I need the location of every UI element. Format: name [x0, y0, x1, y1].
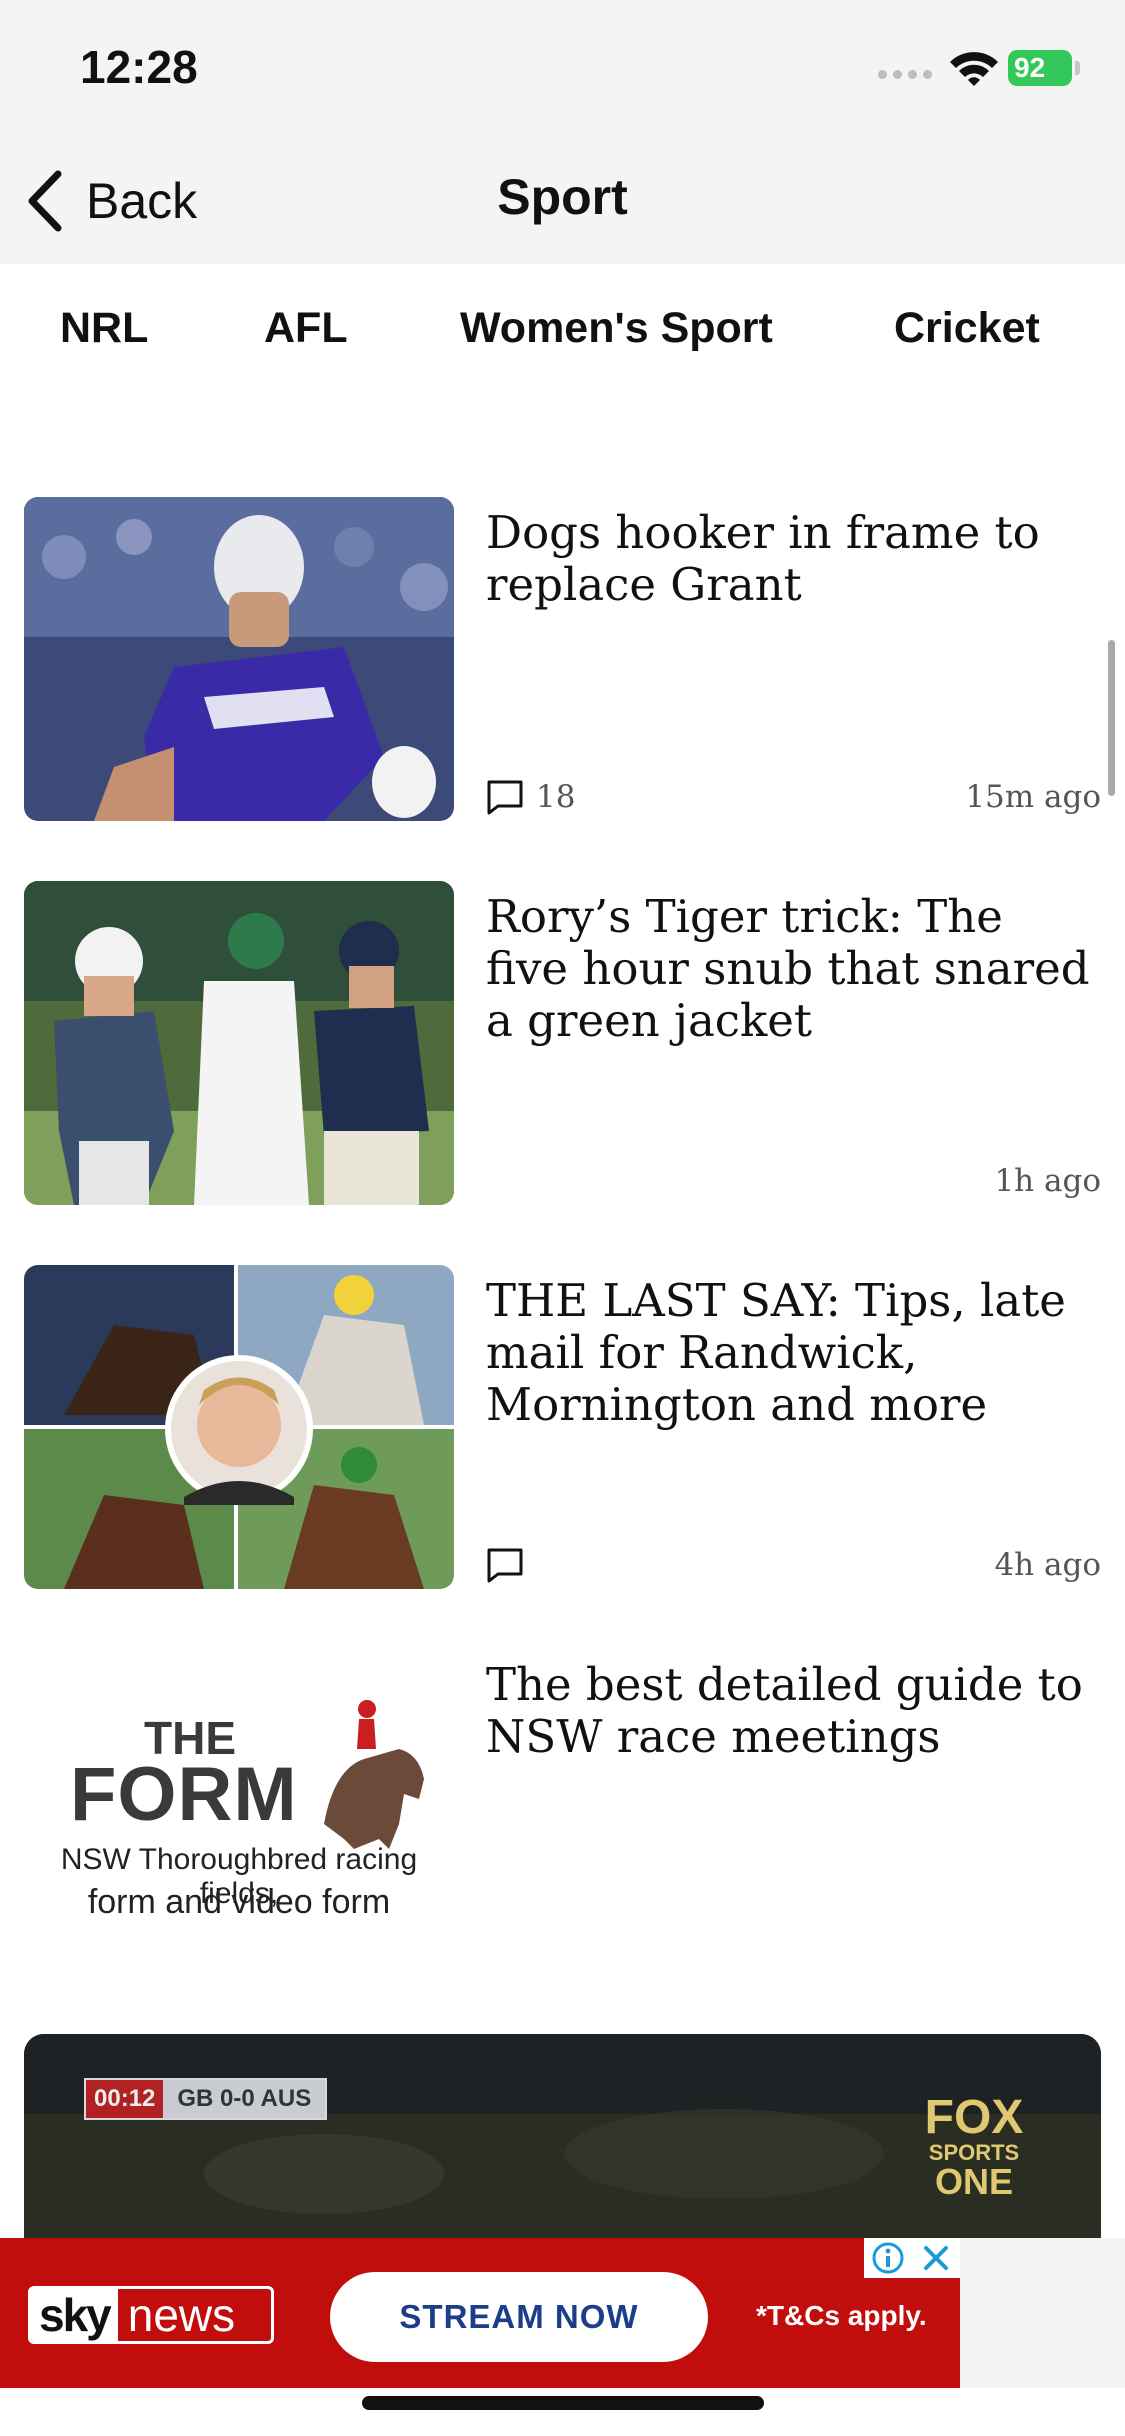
article-headline: Dogs hooker in frame to replace Grant	[486, 506, 1040, 611]
form-title-line2: FORM	[70, 1752, 298, 1837]
cellular-signal-icon	[878, 70, 932, 79]
sky-news-logo: sky news	[28, 2286, 274, 2344]
battery-icon: 92	[1008, 50, 1072, 86]
stream-now-button[interactable]: STREAM NOW	[330, 2272, 708, 2362]
article-thumbnail	[24, 1265, 454, 1589]
ad-background	[960, 2238, 1125, 2388]
article-card[interactable]: THE FORM NSW Thoroughbred racing fields,…	[24, 1649, 1101, 1973]
comment-count: 18	[536, 779, 576, 815]
article-thumbnail	[24, 881, 454, 1205]
score-time: 00:12	[86, 2080, 164, 2118]
article-headline: Rory’s Tiger trick: The five hour snub t…	[486, 890, 1090, 1047]
battery-cap	[1075, 61, 1080, 75]
article-time: 1h ago	[994, 1163, 1101, 1199]
article-card[interactable]: Dogs hooker in frame to replace Grant 18…	[24, 497, 1101, 821]
news-logo-text: news	[127, 2289, 236, 2341]
sky-logo-text: sky	[31, 2289, 118, 2341]
close-icon[interactable]	[919, 2241, 953, 2275]
tab-womens-sport[interactable]: Women's Sport	[460, 304, 773, 353]
article-time: 4h ago	[994, 1547, 1101, 1583]
article-card[interactable]: Rory’s Tiger trick: The five hour snub t…	[24, 881, 1101, 1205]
video-card[interactable]: 00:12 GB 0-0 AUS FOX SPORTS ONE	[24, 2034, 1101, 2264]
terms-text: *T&Cs apply.	[756, 2300, 927, 2331]
comment-icon	[487, 1548, 523, 1583]
tab-afl[interactable]: AFL	[264, 304, 348, 353]
comment-icon	[487, 780, 523, 815]
article-card[interactable]: THE LAST SAY: Tips, late mail for Randwi…	[24, 1265, 1101, 1589]
home-indicator[interactable]	[362, 2396, 764, 2410]
scrollbar[interactable]	[1108, 640, 1115, 796]
category-tabs: NRL AFL Women's Sport Cricket	[0, 264, 1125, 394]
page-title: Sport	[497, 169, 628, 225]
article-thumbnail	[24, 497, 454, 821]
info-icon[interactable]	[871, 2241, 905, 2275]
wifi-icon	[950, 52, 998, 86]
tab-nrl[interactable]: NRL	[60, 304, 148, 353]
comments-indicator[interactable]: 18	[486, 779, 575, 815]
status-time: 12:28	[80, 41, 198, 93]
score-text: GB 0-0 AUS	[163, 2080, 326, 2118]
navigation-bar: Back Sport	[0, 140, 1125, 264]
article-headline: THE LAST SAY: Tips, late mail for Randwi…	[486, 1274, 1066, 1431]
article-thumbnail: THE FORM NSW Thoroughbred racing fields,…	[24, 1649, 454, 1973]
score-overlay: 00:12 GB 0-0 AUS	[84, 2078, 328, 2120]
channel-logo: FOX SPORTS ONE	[914, 2094, 1034, 2200]
form-subtitle-line2: form and video form	[87, 1883, 391, 1921]
ad-controls	[864, 2238, 960, 2278]
battery-level: 92	[1014, 52, 1046, 83]
channel-line1: FOX	[924, 2091, 1024, 2144]
ad-banner[interactable]: sky news STREAM NOW *T&Cs apply.	[0, 2238, 960, 2388]
status-bar: 12:28 92	[0, 0, 1125, 140]
tab-cricket[interactable]: Cricket	[894, 304, 1040, 353]
comments-indicator[interactable]	[486, 1547, 524, 1583]
channel-line3: ONE	[934, 2161, 1013, 2202]
article-headline: The best detailed guide to NSW race meet…	[486, 1658, 1083, 1763]
article-time: 15m ago	[965, 779, 1101, 815]
